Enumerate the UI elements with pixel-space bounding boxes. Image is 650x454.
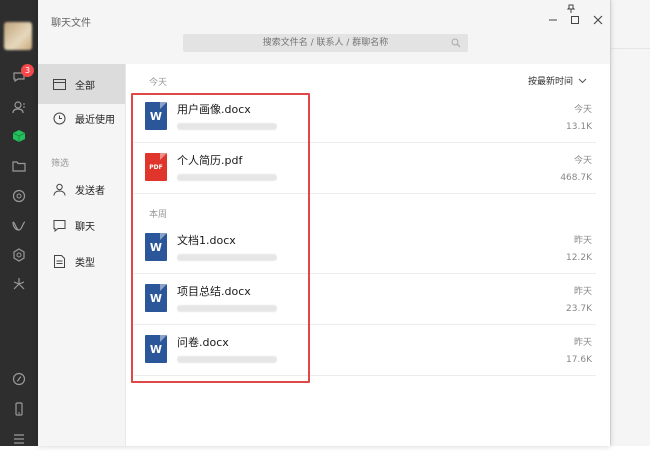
file-date: 今天 [573, 105, 592, 115]
pin-button[interactable] [564, 3, 578, 13]
minimize-button[interactable] [546, 13, 560, 27]
file-size: 13.1K [566, 122, 592, 132]
background-window [610, 0, 650, 446]
nav-files[interactable] [0, 151, 38, 181]
nav-contacts[interactable] [0, 92, 38, 122]
sidebar-item-label: 类型 [75, 257, 95, 269]
filter-heading: 筛选 [51, 159, 70, 169]
chat-files-window: 聊天文件 全部 最近使用 筛选 发送者 [38, 0, 610, 446]
file-size: 17.6K [566, 355, 592, 365]
file-date: 昨天 [573, 338, 592, 348]
sort-dropdown[interactable]: 按最新时间 [528, 74, 587, 87]
close-icon [593, 15, 603, 25]
miniprogram-bottom-icon [12, 372, 26, 386]
menu-icon [14, 434, 24, 444]
window-header: 聊天文件 [38, 0, 610, 65]
minimize-icon [549, 19, 557, 21]
file-date: 昨天 [573, 287, 592, 297]
filter-sidebar: 全部 最近使用 筛选 发送者 聊天 类型 [38, 64, 126, 446]
sidebar-item-label: 全部 [75, 80, 95, 92]
highlight-box [131, 93, 310, 383]
sidebar-item-type[interactable]: 类型 [38, 241, 125, 281]
sidebar-item-sender[interactable]: 发送者 [38, 169, 125, 209]
sidebar-item-label: 发送者 [75, 185, 105, 197]
sidebar-item-recent[interactable]: 最近使用 [38, 98, 125, 138]
maximize-button[interactable] [568, 13, 582, 27]
phone-icon [15, 402, 23, 416]
favorites-icon [12, 130, 26, 142]
nav-search[interactable] [0, 240, 38, 270]
channels-icon [12, 221, 26, 231]
sidebar-item-label: 最近使用 [75, 114, 115, 126]
divider [611, 48, 650, 49]
nav-menu[interactable] [0, 424, 38, 454]
miniprogram-icon [13, 278, 25, 290]
search-input[interactable] [183, 34, 468, 52]
nav-bar: 3 [0, 0, 38, 446]
nav-channels[interactable] [0, 211, 38, 241]
folder-icon [12, 161, 26, 172]
avatar[interactable] [4, 22, 32, 50]
search-box[interactable] [183, 34, 468, 52]
chat-bubble-icon [52, 218, 66, 232]
nav-chat[interactable]: 3 [0, 62, 38, 92]
sidebar-item-label: 聊天 [75, 221, 95, 233]
contacts-icon [12, 101, 25, 114]
section-heading-today: 今天 [149, 78, 168, 88]
file-date: 昨天 [573, 236, 592, 246]
file-size: 12.2K [566, 253, 592, 263]
nav-favorites[interactable] [0, 121, 38, 151]
pin-icon [567, 4, 575, 13]
sort-label: 按最新时间 [527, 77, 573, 87]
nav-miniprogram[interactable] [0, 269, 38, 299]
search-icon[interactable] [451, 38, 461, 48]
chevron-down-icon [578, 78, 587, 83]
nav-moments[interactable] [0, 181, 38, 211]
document-icon [52, 254, 66, 268]
clock-icon [52, 111, 66, 125]
close-button[interactable] [591, 13, 605, 27]
folder-icon [52, 77, 66, 91]
unread-badge: 3 [21, 64, 34, 77]
person-icon [52, 182, 66, 196]
maximize-icon [571, 16, 579, 24]
nav-miniprogram-bottom[interactable] [0, 364, 38, 394]
sidebar-item-chat[interactable]: 聊天 [38, 205, 125, 245]
file-date: 今天 [573, 156, 592, 166]
search-nav-icon [13, 248, 25, 262]
file-size: 468.7K [560, 173, 592, 183]
nav-phone[interactable] [0, 394, 38, 424]
window-title: 聊天文件 [51, 18, 91, 29]
moments-icon [12, 189, 26, 203]
file-size: 23.7K [566, 304, 592, 314]
